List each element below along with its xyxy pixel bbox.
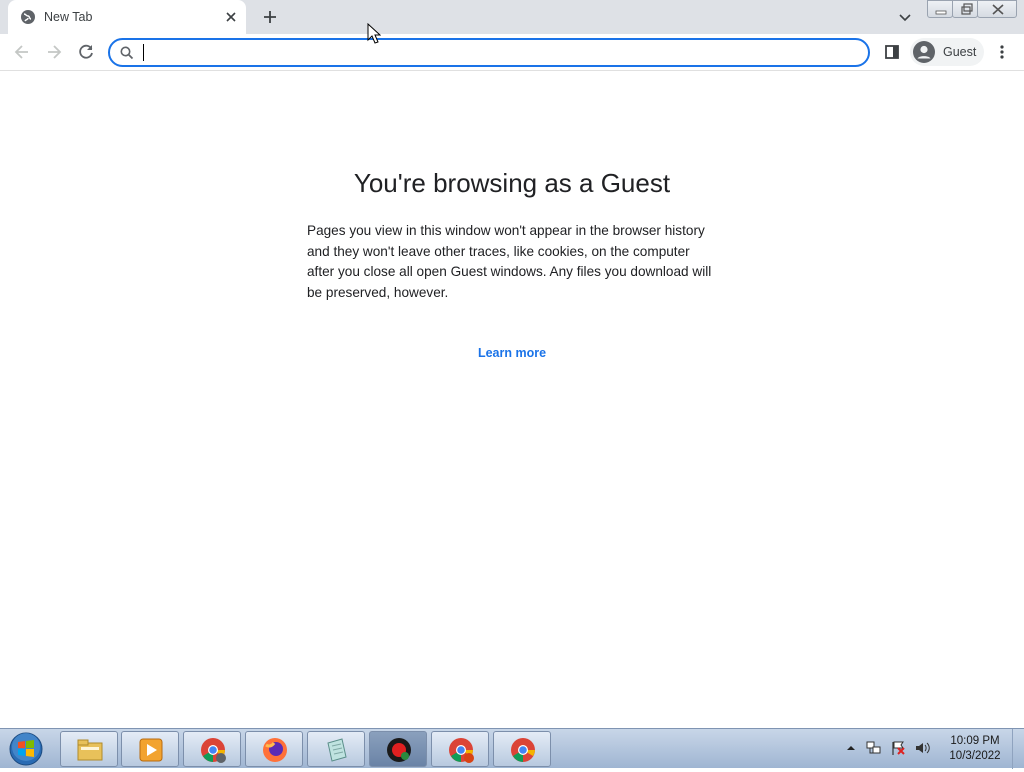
learn-more-link[interactable]: Learn more [0, 346, 1024, 360]
profile-label: Guest [943, 45, 977, 59]
arrow-left-icon[interactable] [12, 42, 32, 62]
close-icon[interactable] [223, 9, 239, 25]
notepad-icon[interactable] [307, 731, 365, 767]
chrome-icon[interactable] [493, 731, 551, 767]
search-icon [119, 45, 135, 61]
tab-new-tab[interactable]: New Tab [8, 0, 246, 34]
windows-start-icon[interactable] [6, 731, 46, 767]
flag-icon[interactable] [890, 740, 906, 761]
plus-icon[interactable] [260, 8, 280, 26]
profile-button[interactable]: Guest [910, 38, 984, 66]
firefox-icon[interactable] [245, 731, 303, 767]
media-player-icon[interactable] [121, 731, 179, 767]
toolbar: Guest [0, 34, 1024, 71]
mouse-cursor-icon [367, 22, 382, 45]
tab-strip: New Tab [0, 0, 1024, 34]
minimize-icon[interactable] [927, 0, 953, 18]
chevron-down-icon[interactable] [896, 8, 914, 26]
show-desktop-button[interactable] [1012, 729, 1024, 769]
reload-icon[interactable] [76, 42, 96, 62]
guest-description: Pages you view in this window won't appe… [307, 223, 712, 300]
window-controls [927, 0, 1017, 18]
omnibox-input[interactable] [142, 43, 842, 62]
network-icon[interactable] [866, 740, 882, 761]
chrome-user-icon[interactable] [183, 731, 241, 767]
taskbar: 10:09 PM 10/3/2022 [0, 728, 1024, 769]
close-icon[interactable] [977, 0, 1017, 18]
page-content: You're browsing as a Guest Pages you vie… [0, 72, 1024, 728]
address-bar[interactable] [108, 38, 870, 67]
recorder-icon[interactable] [369, 731, 427, 767]
avatar-icon [913, 41, 935, 63]
show-hidden-icon[interactable] [846, 741, 856, 760]
tab-title: New Tab [44, 10, 93, 24]
globe-icon [20, 9, 36, 25]
text-caret [143, 44, 144, 61]
clock-date: 10/3/2022 [949, 750, 1001, 762]
arrow-right-icon[interactable] [44, 42, 64, 62]
page-title: You're browsing as a Guest [353, 168, 671, 198]
side-panel-icon[interactable] [882, 42, 902, 62]
more-vert-icon[interactable] [992, 42, 1012, 62]
file-explorer-icon[interactable] [60, 731, 118, 767]
restore-icon[interactable] [952, 0, 978, 18]
chrome-s-icon[interactable] [431, 731, 489, 767]
volume-icon[interactable] [914, 740, 932, 761]
clock[interactable]: 10:09 PM 10/3/2022 [942, 734, 1008, 764]
clock-time: 10:09 PM [950, 735, 1000, 747]
